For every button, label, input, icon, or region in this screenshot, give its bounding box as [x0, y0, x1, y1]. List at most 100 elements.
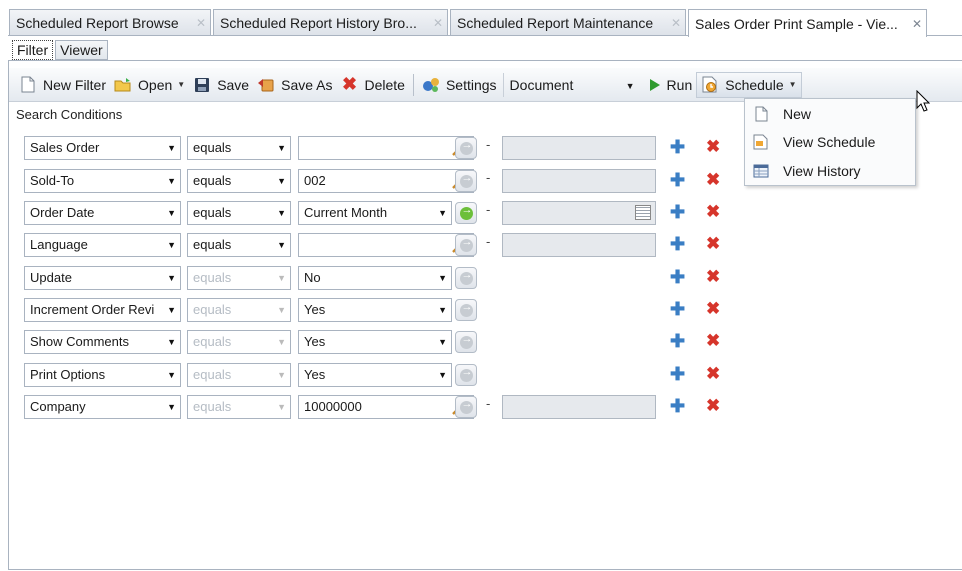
run-button[interactable]: Run	[645, 72, 697, 98]
operator-select[interactable]: equals ▼	[187, 201, 291, 225]
chevron-down-icon: ▼	[167, 402, 176, 412]
remove-condition-icon[interactable]: ✖	[706, 235, 720, 253]
menu-item-view-history[interactable]: View History	[745, 158, 915, 184]
tab-scheduled-report-maintenance[interactable]: Scheduled Report Maintenance ✕	[450, 9, 686, 36]
remove-condition-icon[interactable]: ✖	[706, 171, 720, 189]
tab-filter[interactable]: Filter	[12, 40, 54, 60]
value-input[interactable]: 10000000	[298, 395, 474, 419]
output-type-select[interactable]: Document ▼	[502, 72, 639, 97]
open-button[interactable]: Open ▼	[110, 72, 189, 98]
value-input[interactable]: 002	[298, 169, 474, 193]
remove-condition-icon[interactable]: ✖	[706, 203, 720, 221]
field-value: Update	[30, 270, 72, 285]
chevron-down-icon: ▼	[167, 337, 176, 347]
chevron-down-icon: ▼	[438, 337, 447, 347]
lookup-button[interactable]	[455, 234, 477, 256]
menu-item-view-schedule[interactable]: View Schedule	[745, 129, 915, 155]
close-icon[interactable]: ✕	[912, 17, 922, 31]
lookup-button[interactable]	[455, 331, 477, 353]
value-input[interactable]	[298, 136, 474, 160]
field-select[interactable]: Update ▼	[24, 266, 181, 290]
tab-scheduled-report-history-browse[interactable]: Scheduled Report History Bro... ✕	[213, 9, 448, 36]
remove-condition-icon[interactable]: ✖	[706, 300, 720, 318]
field-select[interactable]: Language ▼	[24, 233, 181, 257]
value-select[interactable]: Yes ▼	[298, 330, 452, 354]
field-select[interactable]: Sales Order ▼	[24, 136, 181, 160]
lookup-button[interactable]	[455, 396, 477, 418]
lookup-button[interactable]	[455, 267, 477, 289]
tab-viewer[interactable]: Viewer	[55, 40, 108, 60]
filter-row: Language ▼ equals ▼ - ✚ ✖	[24, 233, 734, 257]
lookup-button[interactable]	[455, 137, 477, 159]
menu-item-label: View History	[783, 163, 861, 179]
value-select[interactable]: No ▼	[298, 266, 452, 290]
remove-condition-icon[interactable]: ✖	[706, 397, 720, 415]
lookup-button[interactable]	[455, 170, 477, 192]
operator-select[interactable]: equals ▼	[187, 136, 291, 160]
new-document-icon	[19, 76, 37, 94]
range-end-input[interactable]	[502, 169, 656, 193]
value-input[interactable]	[298, 233, 474, 257]
value-text: 10000000	[304, 399, 362, 414]
value-select[interactable]: Current Month ▼	[298, 201, 452, 225]
remove-condition-icon[interactable]: ✖	[706, 332, 720, 350]
remove-condition-icon[interactable]: ✖	[706, 365, 720, 383]
value-select[interactable]: Yes ▼	[298, 363, 452, 387]
add-condition-icon[interactable]: ✚	[670, 365, 685, 383]
operator-select[interactable]: equals ▼	[187, 233, 291, 257]
tab-label: Scheduled Report Browse	[16, 15, 179, 31]
save-as-label: Save As	[281, 76, 333, 93]
new-filter-button[interactable]: New Filter	[15, 72, 110, 98]
settings-button[interactable]: Settings	[418, 72, 501, 98]
close-icon[interactable]: ✕	[433, 16, 443, 30]
mouse-cursor-icon	[916, 89, 931, 115]
value-select[interactable]: Yes ▼	[298, 298, 452, 322]
chevron-down-icon[interactable]: ▼	[177, 80, 185, 89]
menu-item-new[interactable]: New	[745, 101, 915, 127]
chevron-down-icon: ▼	[277, 402, 286, 412]
close-icon[interactable]: ✕	[196, 16, 206, 30]
tab-sales-order-print-sample[interactable]: Sales Order Print Sample - Vie... ✕	[688, 9, 927, 37]
operator-select: equals ▼	[187, 266, 291, 290]
schedule-menu: New View Schedule View History	[744, 98, 916, 186]
field-select[interactable]: Print Options ▼	[24, 363, 181, 387]
field-select[interactable]: Order Date ▼	[24, 201, 181, 225]
range-end-input[interactable]	[502, 201, 656, 225]
schedule-icon	[701, 76, 719, 94]
delete-button[interactable]: ✖ Delete	[336, 72, 408, 98]
add-condition-icon[interactable]: ✚	[670, 203, 685, 221]
field-select[interactable]: Show Comments ▼	[24, 330, 181, 354]
lookup-button[interactable]	[455, 364, 477, 386]
range-end-input[interactable]	[502, 233, 656, 257]
lookup-button[interactable]	[455, 202, 477, 224]
field-select[interactable]: Increment Order Revi ▼	[24, 298, 181, 322]
add-condition-icon[interactable]: ✚	[670, 268, 685, 286]
field-select[interactable]: Sold-To ▼	[24, 169, 181, 193]
close-icon[interactable]: ✕	[671, 16, 681, 30]
operator-select[interactable]: equals ▼	[187, 169, 291, 193]
remove-condition-icon[interactable]: ✖	[706, 138, 720, 156]
save-as-button[interactable]: Save As	[253, 72, 336, 98]
remove-condition-icon[interactable]: ✖	[706, 268, 720, 286]
add-condition-icon[interactable]: ✚	[670, 235, 685, 253]
value-text: No	[304, 270, 321, 285]
calendar-icon[interactable]	[635, 205, 651, 220]
lookup-button[interactable]	[455, 299, 477, 321]
range-end-input[interactable]	[502, 395, 656, 419]
add-condition-icon[interactable]: ✚	[670, 300, 685, 318]
add-condition-icon[interactable]: ✚	[670, 332, 685, 350]
save-button[interactable]: Save	[189, 72, 253, 98]
toolbar: New Filter Open ▼ Save Save As ✖ Delete …	[9, 68, 962, 102]
delete-icon: ✖	[341, 74, 358, 94]
add-condition-icon[interactable]: ✚	[670, 171, 685, 189]
add-condition-icon[interactable]: ✚	[670, 138, 685, 156]
settings-icon	[422, 76, 440, 94]
tab-scheduled-report-browse[interactable]: Scheduled Report Browse ✕	[9, 9, 211, 36]
add-condition-icon[interactable]: ✚	[670, 397, 685, 415]
range-end-input[interactable]	[502, 136, 656, 160]
field-value: Sold-To	[30, 173, 75, 188]
schedule-button[interactable]: Schedule ▼	[696, 71, 802, 98]
tab-label: Scheduled Report Maintenance	[457, 15, 654, 31]
range-dash: -	[486, 202, 491, 217]
field-select[interactable]: Company ▼	[24, 395, 181, 419]
